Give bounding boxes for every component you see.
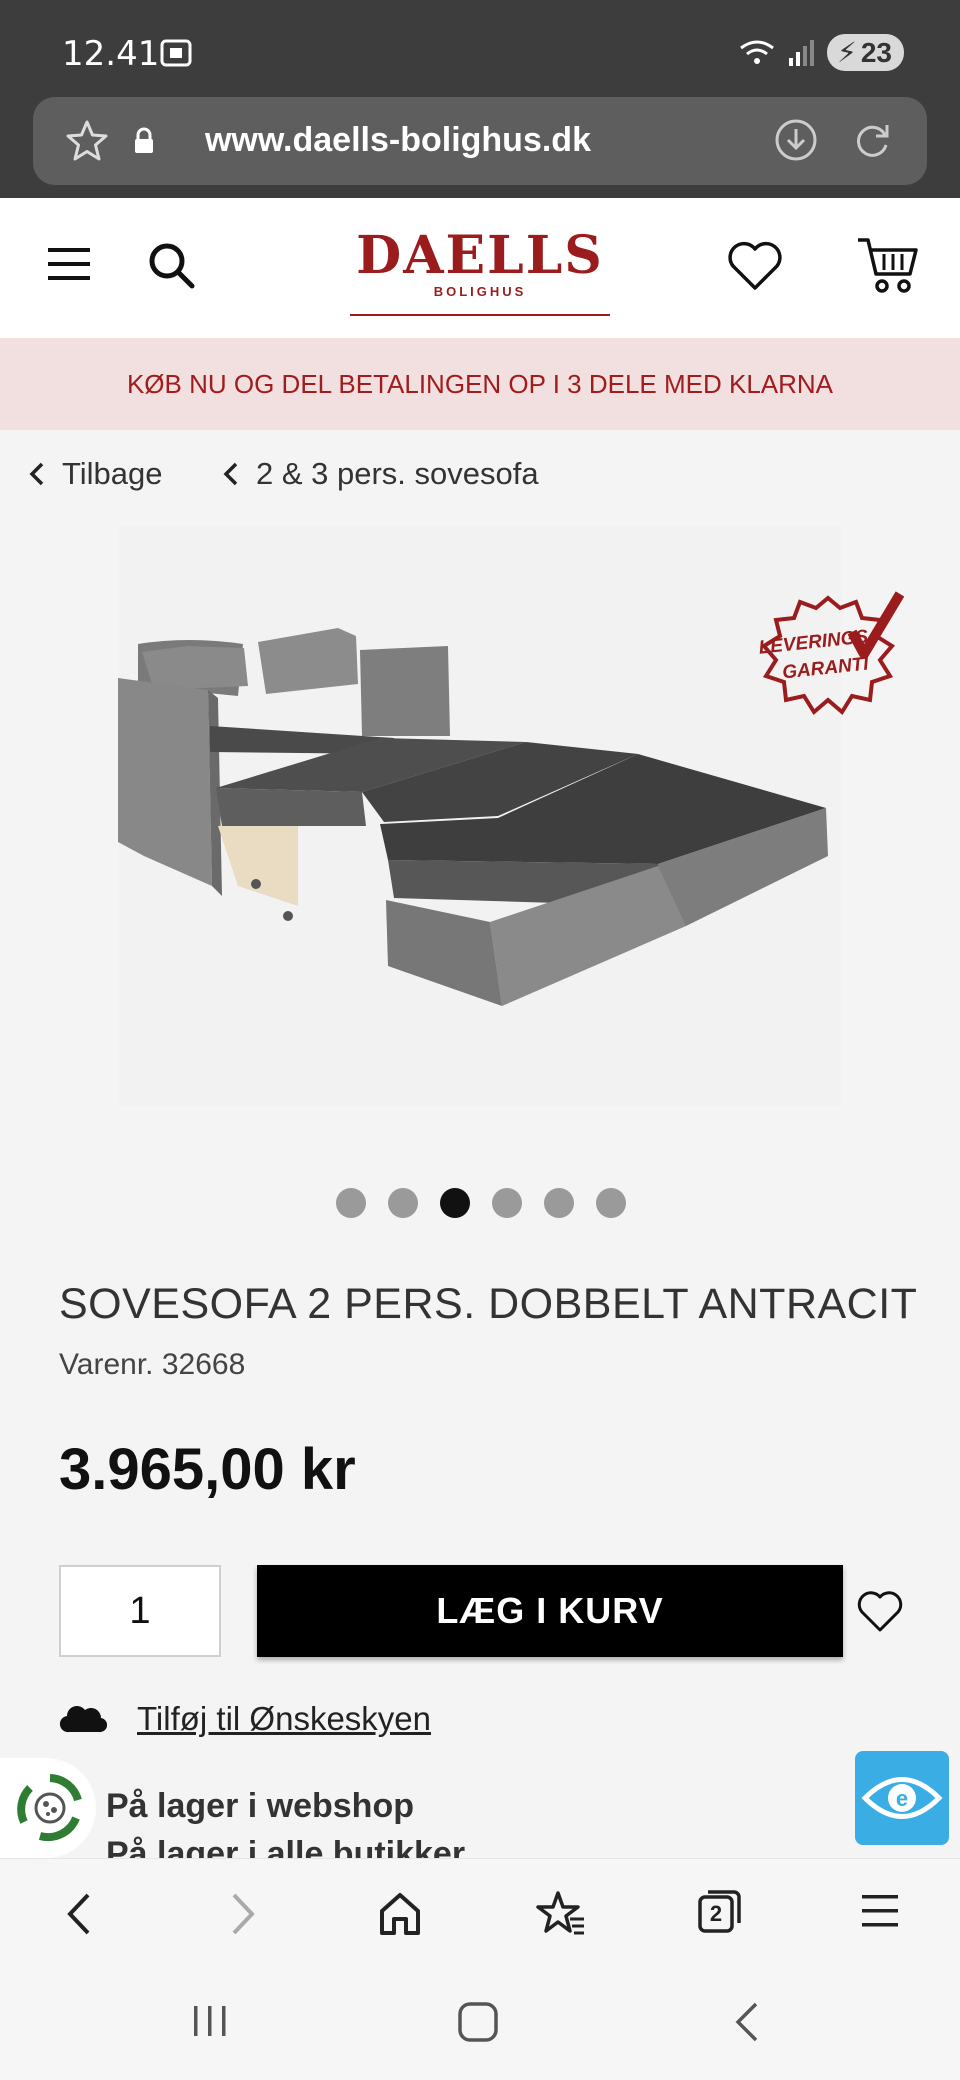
search-icon[interactable] xyxy=(146,240,196,290)
status-time: 12.41 xyxy=(62,34,160,74)
gallery-dot-active[interactable] xyxy=(440,1188,470,1218)
delivery-guarantee-badge: LEVERINGS GARANTI xyxy=(758,591,904,716)
wishlist-label: Tilføj til Ønskeskyen xyxy=(137,1700,432,1737)
back-nav-icon[interactable] xyxy=(728,2000,768,2044)
chevron-left-icon xyxy=(29,462,44,486)
cart-icon[interactable] xyxy=(856,234,920,298)
reload-icon[interactable] xyxy=(849,117,895,163)
badge-line2: GARANTI xyxy=(781,653,870,683)
stock-status: På lager i webshop På lager i alle butik… xyxy=(106,1782,465,1858)
battery-indicator: ⚡ 23 xyxy=(827,34,904,71)
status-icons: ⚡ 23 xyxy=(737,34,904,71)
home-icon[interactable] xyxy=(376,1889,424,1939)
system-nav-bar xyxy=(0,1970,960,2080)
badge-line1: LEVERINGS xyxy=(758,626,870,658)
browser-toolbar: 2 xyxy=(0,1858,960,1970)
gallery-dot[interactable] xyxy=(492,1188,522,1218)
browser-bar: www.daells-bolighus.dk xyxy=(0,92,960,198)
tabs-button[interactable]: 2 xyxy=(696,1889,742,1935)
back-label: Tilbage xyxy=(62,456,163,491)
menu-icon[interactable] xyxy=(858,1889,902,1933)
product-image[interactable] xyxy=(118,526,842,1106)
product-title: SOVESOFA 2 PERS. DOBBELT ANTRACIT xyxy=(59,1280,918,1328)
wishlist-link[interactable]: Tilføj til Ønskeskyen xyxy=(59,1700,431,1738)
chevron-left-icon xyxy=(223,462,238,486)
home-nav-icon[interactable] xyxy=(456,2000,500,2044)
gallery-dot[interactable] xyxy=(336,1188,366,1218)
quantity-input[interactable]: 1 xyxy=(59,1565,221,1657)
eye-icon: e xyxy=(861,1777,943,1819)
product-sku: Varenr. 32668 xyxy=(59,1348,246,1381)
heart-icon[interactable] xyxy=(856,1588,904,1634)
gallery-dots xyxy=(336,1188,626,1218)
add-to-cart-button[interactable]: LÆG I KURV xyxy=(257,1565,843,1657)
back-link[interactable]: Tilbage xyxy=(28,456,163,492)
bookmarks-icon[interactable] xyxy=(536,1889,586,1939)
lock-icon xyxy=(135,127,153,153)
stock-webshop: På lager i webshop xyxy=(106,1787,414,1825)
recent-apps-icon[interactable] xyxy=(190,2000,230,2042)
cloud-icon xyxy=(59,1706,107,1733)
breadcrumb-category[interactable]: 2 & 3 pers. sovesofa xyxy=(222,456,539,492)
product-price: 3.965,00 kr xyxy=(59,1437,356,1502)
back-icon[interactable] xyxy=(60,1889,100,1939)
recycle-icon xyxy=(17,1774,82,1842)
address-bar[interactable]: www.daells-bolighus.dk xyxy=(33,97,927,185)
forward-icon[interactable] xyxy=(222,1889,262,1939)
download-icon[interactable] xyxy=(773,117,819,163)
status-bar: 12.41 ⚡ 23 xyxy=(0,0,960,92)
wifi-icon xyxy=(740,40,775,64)
star-icon[interactable] xyxy=(65,119,109,163)
signal-icon xyxy=(789,39,815,66)
promo-banner[interactable]: KØB NU OG DEL BETALINGEN OP I 3 DELE MED… xyxy=(0,338,960,430)
gallery-dot[interactable] xyxy=(544,1188,574,1218)
recycle-widget[interactable] xyxy=(0,1758,96,1858)
menu-icon[interactable] xyxy=(46,244,92,284)
logo-main: DAELLS xyxy=(356,225,604,286)
logo[interactable]: DAELLS BOLIGHUS xyxy=(350,225,610,316)
accessibility-button[interactable]: e xyxy=(855,1751,949,1845)
logo-sub: BOLIGHUS xyxy=(433,284,527,299)
stock-section: På lager i webshop På lager i alle butik… xyxy=(0,1770,960,1858)
logo-underline xyxy=(350,314,610,316)
tabs-count: 2 xyxy=(709,1901,723,1926)
heart-icon[interactable] xyxy=(726,238,784,292)
sofa-bed-image xyxy=(118,628,828,1006)
gallery-dot[interactable] xyxy=(388,1188,418,1218)
url-text[interactable]: www.daells-bolighus.dk xyxy=(173,121,623,160)
svg-text:e: e xyxy=(896,1786,908,1811)
stock-stores: På lager i alle butikker xyxy=(106,1835,466,1858)
site-header: DAELLS BOLIGHUS xyxy=(0,198,960,338)
category-label: 2 & 3 pers. sovesofa xyxy=(256,456,539,491)
gallery-dot[interactable] xyxy=(596,1188,626,1218)
screenshot-icon xyxy=(160,39,192,67)
